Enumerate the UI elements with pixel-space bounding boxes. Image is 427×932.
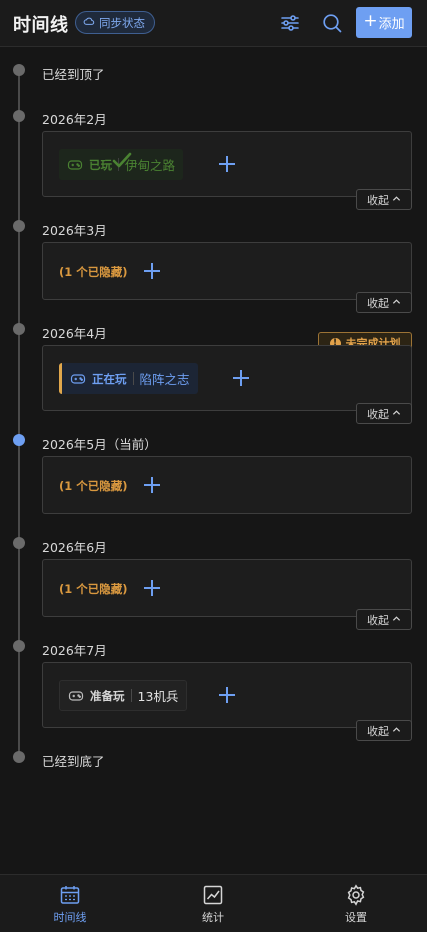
- month-card: (1 个已隐藏): [42, 242, 412, 300]
- calendar-icon: [30, 884, 110, 906]
- month-label: 2026年3月: [42, 223, 107, 238]
- gamepad-icon: [70, 371, 86, 387]
- sliders-icon[interactable]: [279, 12, 301, 34]
- game-title: 伊甸之路: [112, 152, 175, 174]
- add-button-label: 添加: [378, 17, 405, 32]
- search-icon[interactable]: [321, 12, 343, 34]
- game-chip[interactable]: 准备玩 13机兵: [59, 680, 188, 711]
- plus-icon: +: [363, 11, 378, 31]
- chevron-up-icon: [392, 724, 401, 737]
- nav-settings[interactable]: 设置: [316, 884, 396, 925]
- timeline-top-label: 已经到顶了: [42, 67, 105, 82]
- month-label: 2026年4月: [42, 326, 107, 341]
- page-title: 时间线: [13, 15, 69, 36]
- collapse-button[interactable]: 收起: [356, 720, 412, 741]
- top-bar: 时间线 同步状态 + 添加: [0, 0, 427, 47]
- month-label: 2026年7月: [42, 643, 107, 658]
- timeline-dot: [13, 640, 25, 652]
- add-game-button[interactable]: [218, 155, 236, 173]
- collapse-label: 收起: [367, 407, 389, 421]
- timeline-dot: [13, 323, 25, 335]
- game-chip[interactable]: 正在玩 陷阵之志: [59, 363, 198, 394]
- month-card: 正在玩 陷阵之志: [42, 345, 412, 411]
- chip-divider: [132, 372, 134, 385]
- game-status: 准备玩: [90, 688, 125, 703]
- timeline-rail: [18, 70, 20, 758]
- chevron-up-icon: [392, 613, 401, 626]
- collapse-button[interactable]: 收起: [356, 292, 412, 313]
- collapse-button[interactable]: 收起: [356, 189, 412, 210]
- chevron-up-icon: [392, 296, 401, 309]
- nav-stats[interactable]: 统计: [173, 884, 253, 925]
- month-card: (1 个已隐藏): [42, 559, 412, 617]
- gamepad-icon: [67, 157, 83, 173]
- game-status: 已玩: [89, 157, 112, 172]
- chip-divider: [130, 689, 132, 702]
- check-icon: [112, 152, 132, 168]
- timeline-dot: [13, 751, 25, 763]
- chart-icon: [173, 884, 253, 906]
- sync-status-button[interactable]: 同步状态: [75, 11, 155, 34]
- cloud-icon: [83, 15, 95, 30]
- month-label: 2026年2月: [42, 112, 107, 127]
- collapse-label: 收起: [367, 613, 389, 627]
- timeline-dot: [13, 220, 25, 232]
- month-card: (1 个已隐藏): [42, 456, 412, 514]
- add-game-button[interactable]: [218, 686, 236, 704]
- game-title: 13机兵: [137, 689, 179, 704]
- gamepad-icon: [68, 688, 84, 704]
- chevron-up-icon: [392, 193, 401, 206]
- bottom-nav: 时间线 统计 设置: [0, 874, 427, 932]
- timeline-bottom-label: 已经到底了: [42, 754, 105, 769]
- add-game-button[interactable]: [143, 476, 161, 494]
- hidden-count[interactable]: (1 个已隐藏): [59, 264, 128, 280]
- nav-timeline[interactable]: 时间线: [30, 884, 110, 925]
- nav-label: 统计: [202, 911, 224, 924]
- hidden-count[interactable]: (1 个已隐藏): [59, 581, 128, 597]
- timeline-dot: [13, 110, 25, 122]
- month-card: 准备玩 13机兵: [42, 662, 412, 728]
- game-status: 正在玩: [92, 371, 127, 386]
- collapse-label: 收起: [367, 193, 389, 207]
- month-label: 2026年5月（当前）: [42, 437, 157, 452]
- nav-label: 设置: [345, 911, 367, 924]
- gear-icon: [316, 884, 396, 906]
- add-game-button[interactable]: [143, 579, 161, 597]
- chevron-up-icon: [392, 407, 401, 420]
- timeline-dot-current: [13, 434, 25, 446]
- timeline-dot: [13, 64, 25, 76]
- collapse-label: 收起: [367, 296, 389, 310]
- month-label: 2026年6月: [42, 540, 107, 555]
- add-game-button[interactable]: [232, 369, 250, 387]
- game-title: 陷阵之志: [139, 372, 190, 387]
- timeline-dot: [13, 537, 25, 549]
- game-chip[interactable]: 已玩 伊甸之路: [59, 149, 184, 180]
- sync-status-label: 同步状态: [99, 15, 145, 30]
- month-card: 已玩 伊甸之路: [42, 131, 412, 197]
- add-game-button[interactable]: [143, 262, 161, 280]
- collapse-button[interactable]: 收起: [356, 609, 412, 630]
- hidden-count[interactable]: (1 个已隐藏): [59, 478, 128, 494]
- nav-label: 时间线: [53, 911, 87, 924]
- collapse-button[interactable]: 收起: [356, 403, 412, 424]
- add-button[interactable]: + 添加: [356, 7, 412, 38]
- collapse-label: 收起: [367, 724, 389, 738]
